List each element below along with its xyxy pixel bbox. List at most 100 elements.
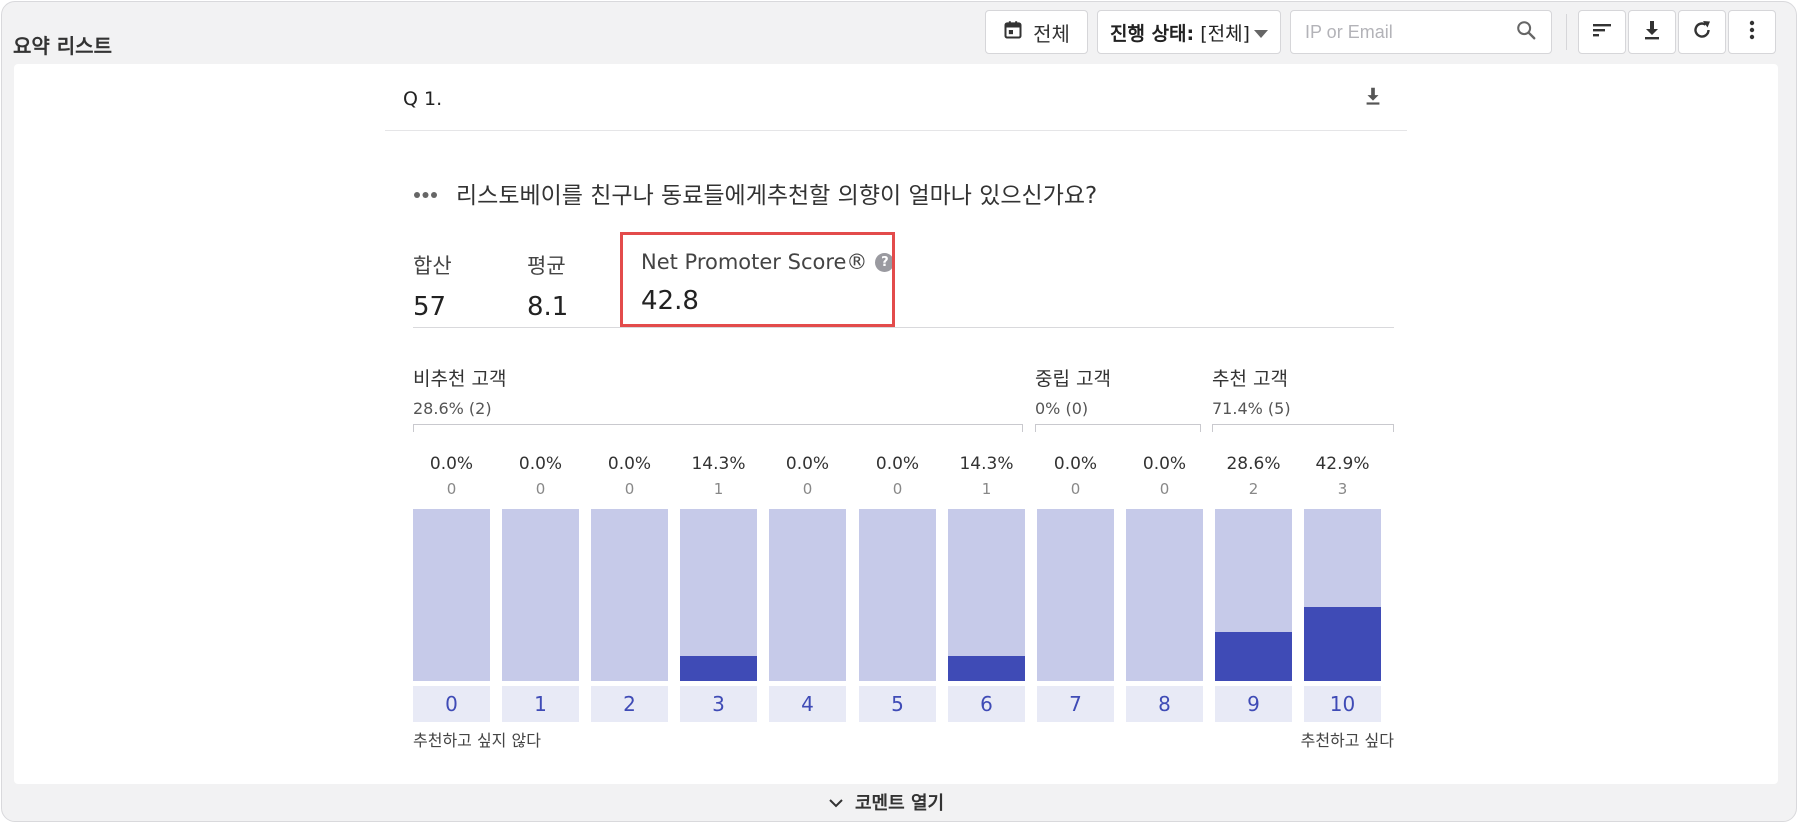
- average-value: 8.1: [527, 292, 569, 322]
- data-label-count: 2: [1248, 480, 1259, 498]
- more-options-button[interactable]: [1728, 10, 1776, 54]
- detractors-label: 비추천 고객: [413, 368, 507, 390]
- sum-value: 57: [413, 292, 447, 322]
- data-label-percent: 0.0%: [1142, 454, 1187, 474]
- passives-bracket: [1035, 424, 1201, 432]
- status-filter-dropdown[interactable]: 진행 상태: [전체]: [1097, 10, 1281, 54]
- score-label-9[interactable]: 9: [1215, 686, 1292, 722]
- data-label-count: 3: [1337, 480, 1348, 498]
- bar-9: [1215, 632, 1292, 681]
- promoters-bracket: [1212, 424, 1394, 432]
- chevron-down-icon: [829, 792, 843, 813]
- comment-toggle-label: 코멘트 열기: [855, 793, 945, 814]
- score-column-3: 14.3% 1: [680, 454, 757, 498]
- refresh-button[interactable]: [1678, 10, 1726, 54]
- stats-divider: [413, 327, 1394, 328]
- data-label-percent: 14.3%: [691, 454, 746, 474]
- status-filter-value: [전체]: [1200, 22, 1250, 45]
- data-label-count: 0: [802, 480, 813, 498]
- download-button[interactable]: [1628, 10, 1676, 54]
- passives-group: 중립 고객 0% (0): [1035, 364, 1111, 418]
- data-label-percent: 28.6%: [1226, 454, 1281, 474]
- data-label-percent: 0.0%: [1053, 454, 1098, 474]
- score-label-2[interactable]: 2: [591, 686, 668, 722]
- data-label-count: 0: [535, 480, 546, 498]
- scale-high-label: 추천하고 싶다: [1300, 731, 1394, 750]
- date-filter-label: 전체: [1033, 21, 1070, 46]
- score-label-5[interactable]: 5: [859, 686, 936, 722]
- promoters-label: 추천 고객: [1212, 368, 1288, 390]
- score-label-1[interactable]: 1: [502, 686, 579, 722]
- question-download-button[interactable]: [1362, 84, 1384, 112]
- score-label-7[interactable]: 7: [1037, 686, 1114, 722]
- score-column-6: 14.3% 1: [948, 454, 1025, 498]
- data-label-count: 0: [1070, 480, 1081, 498]
- bar-track-7: [1037, 509, 1114, 681]
- score-label-4[interactable]: 4: [769, 686, 846, 722]
- score-label-3[interactable]: 3: [680, 686, 757, 722]
- data-label-percent: 0.0%: [875, 454, 920, 474]
- search-input[interactable]: [1303, 20, 1507, 44]
- score-label-10[interactable]: 10: [1304, 686, 1381, 722]
- bar-3: [680, 656, 757, 681]
- nps-highlight-box: [620, 232, 895, 327]
- sum-label: 합산: [413, 254, 452, 278]
- comment-toggle-button[interactable]: 코멘트 열기: [829, 789, 944, 815]
- bar-track-5: [859, 509, 936, 681]
- average-stat: 평균 8.1: [527, 250, 568, 322]
- data-label-count: 0: [624, 480, 635, 498]
- download-icon: [1362, 87, 1384, 112]
- detractors-bracket: [413, 424, 1023, 432]
- promoters-group: 추천 고객 71.4% (5): [1212, 364, 1291, 418]
- promoters-percent: 71.4% (5): [1212, 399, 1291, 418]
- sort-button[interactable]: [1578, 10, 1626, 54]
- toolbar-divider: [1566, 14, 1567, 50]
- data-label-percent: 0.0%: [518, 454, 563, 474]
- search-box[interactable]: [1290, 10, 1552, 54]
- bar-track-0: [413, 509, 490, 681]
- score-column-5: 0.0% 0: [859, 454, 936, 498]
- more-vertical-icon: [1740, 18, 1764, 46]
- question-divider: [385, 130, 1407, 131]
- score-column-7: 0.0% 0: [1037, 454, 1114, 498]
- data-label-count: 1: [981, 480, 992, 498]
- date-filter-button[interactable]: 전체: [985, 10, 1088, 54]
- question-card: Q 1. 리스토베이를 친구나 동료들에게추천할 의향이 얼마나 있으신가요? …: [14, 64, 1778, 784]
- average-label: 평균: [527, 254, 566, 278]
- bar-track-3: [680, 509, 757, 681]
- score-column-9: 28.6% 2: [1215, 454, 1292, 498]
- calendar-icon: [1003, 20, 1023, 45]
- data-label-count: 0: [892, 480, 903, 498]
- detractors-percent: 28.6% (2): [413, 399, 492, 418]
- score-column-1: 0.0% 0: [502, 454, 579, 498]
- score-column-4: 0.0% 0: [769, 454, 846, 498]
- bar-track-2: [591, 509, 668, 681]
- score-column-10: 42.9% 3: [1304, 454, 1381, 498]
- score-column-8: 0.0% 0: [1126, 454, 1203, 498]
- score-column-0: 0.0% 0: [413, 454, 490, 498]
- chevron-down-icon: [1254, 21, 1268, 43]
- score-label-6[interactable]: 6: [948, 686, 1025, 722]
- data-label-percent: 14.3%: [959, 454, 1014, 474]
- passives-label: 중립 고객: [1035, 368, 1111, 390]
- bar-10: [1304, 607, 1381, 681]
- scale-low-label: 추천하고 싶지 않다: [413, 731, 541, 750]
- sort-icon: [1590, 18, 1614, 46]
- question-text: 리스토베이를 친구나 동료들에게추천할 의향이 얼마나 있으신가요?: [456, 183, 1098, 209]
- search-icon[interactable]: [1515, 19, 1537, 45]
- data-label-count: 1: [713, 480, 724, 498]
- status-filter-prefix: 진행 상태:: [1110, 22, 1195, 45]
- page-title: 요약 리스트: [13, 34, 112, 58]
- question-number: Q 1.: [403, 88, 443, 110]
- score-label-8[interactable]: 8: [1126, 686, 1203, 722]
- score-label-0[interactable]: 0: [413, 686, 490, 722]
- bar-track-6: [948, 509, 1025, 681]
- download-icon: [1640, 18, 1664, 46]
- bar-track-1: [502, 509, 579, 681]
- score-column-2: 0.0% 0: [591, 454, 668, 498]
- more-horizontal-icon[interactable]: [413, 184, 438, 203]
- bar-track-4: [769, 509, 846, 681]
- passives-percent: 0% (0): [1035, 399, 1089, 418]
- sum-stat: 합산 57: [413, 250, 452, 322]
- data-label-percent: 0.0%: [785, 454, 830, 474]
